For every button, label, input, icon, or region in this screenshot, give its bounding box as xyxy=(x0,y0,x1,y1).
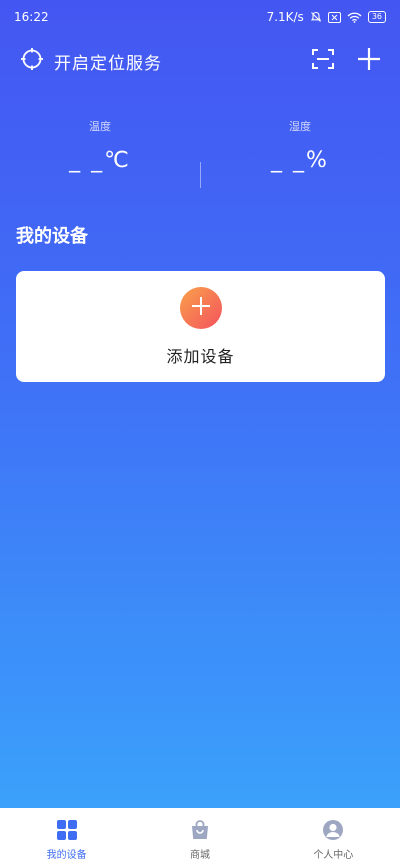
nav-item-profile[interactable]: 个人中心 xyxy=(267,808,400,866)
temperature-reading: 温度 _ _℃ xyxy=(0,118,200,194)
add-button[interactable] xyxy=(354,46,384,76)
humidity-label: 湿度 xyxy=(289,120,311,133)
crosshair-icon xyxy=(20,47,44,75)
sim-icon xyxy=(327,11,341,23)
nav-item-shop[interactable]: 商城 xyxy=(133,808,266,866)
mute-bell-icon xyxy=(310,11,322,23)
add-device-button[interactable] xyxy=(179,286,222,329)
network-speed: 7.1K/s xyxy=(266,10,304,24)
scan-button[interactable] xyxy=(308,46,338,76)
temperature-label: 温度 xyxy=(89,120,111,133)
nav-label-my-devices: 我的设备 xyxy=(46,849,87,861)
status-bar: 16:22 7.1K/s 36 xyxy=(0,0,400,34)
nav-label-profile: 个人中心 xyxy=(313,849,354,861)
readings-divider xyxy=(200,162,201,188)
wifi-icon xyxy=(347,12,362,23)
person-icon xyxy=(321,818,345,842)
add-device-card[interactable]: 添加设备 xyxy=(16,271,385,382)
shopping-bag-icon xyxy=(188,818,212,842)
grid-icon xyxy=(55,818,79,842)
status-right: 7.1K/s 36 xyxy=(267,10,386,24)
nav-item-my-devices[interactable]: 我的设备 xyxy=(0,808,133,866)
scan-icon xyxy=(312,48,334,74)
readings-panel: 温度 _ _℃ 湿度 _ _% xyxy=(0,118,400,194)
plus-icon xyxy=(190,295,212,321)
add-device-label: 添加设备 xyxy=(166,346,235,366)
my-devices-title: 我的设备 xyxy=(16,226,88,247)
plus-icon xyxy=(357,47,381,75)
top-bar: 开启定位服务 xyxy=(0,44,400,78)
top-actions xyxy=(308,46,384,76)
temperature-value: _ _℃ xyxy=(69,148,131,173)
battery-icon: 36 xyxy=(367,11,386,23)
bottom-nav: 我的设备 商城 个人中心 xyxy=(0,808,400,866)
nav-label-shop: 商城 xyxy=(189,849,210,861)
humidity-reading: 湿度 _ _% xyxy=(200,118,400,194)
humidity-value: _ _% xyxy=(271,148,329,173)
status-time: 16:22 xyxy=(14,10,49,24)
location-service-button[interactable]: 开启定位服务 xyxy=(20,47,162,75)
location-service-label: 开启定位服务 xyxy=(54,53,162,74)
